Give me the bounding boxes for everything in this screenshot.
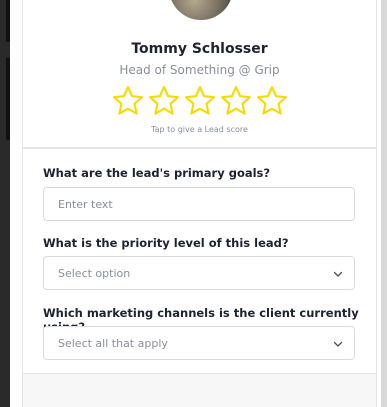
section-divider — [23, 147, 376, 149]
lead-name: Tommy Schlosser — [131, 41, 268, 57]
device-frame-left-edge — [0, 0, 10, 407]
star-outline-icon[interactable] — [147, 84, 181, 118]
chevron-down-icon — [333, 341, 343, 347]
device-side-button — [6, 58, 10, 140]
device-frame-right-edge — [381, 0, 387, 407]
priority-level-placeholder: Select option — [58, 266, 131, 280]
priority-level-select[interactable]: Select option — [43, 256, 355, 290]
chevron-down-icon — [333, 271, 343, 277]
question-priority-level-label: What is the priority level of this lead? — [43, 236, 289, 250]
footer-area — [23, 374, 376, 407]
lead-form-screen: Tommy Schlosser Head of Something @ Grip… — [22, 0, 377, 407]
question-primary-goals-label: What are the lead's primary goals? — [43, 166, 271, 180]
primary-goals-placeholder: Enter text — [58, 197, 113, 211]
star-outline-icon[interactable] — [219, 84, 253, 118]
star-outline-icon[interactable] — [183, 84, 217, 118]
device-side-button — [6, 0, 10, 42]
marketing-channels-select[interactable]: Select all that apply — [43, 326, 355, 360]
lead-score-hint: Tap to give a Lead score — [151, 125, 248, 134]
star-outline-icon[interactable] — [255, 84, 289, 118]
primary-goals-input[interactable]: Enter text — [43, 187, 355, 221]
marketing-channels-placeholder: Select all that apply — [58, 336, 168, 350]
avatar — [169, 0, 233, 20]
lead-score-stars — [23, 84, 376, 118]
star-outline-icon[interactable] — [111, 84, 145, 118]
lead-title: Head of Something @ Grip — [119, 63, 280, 77]
